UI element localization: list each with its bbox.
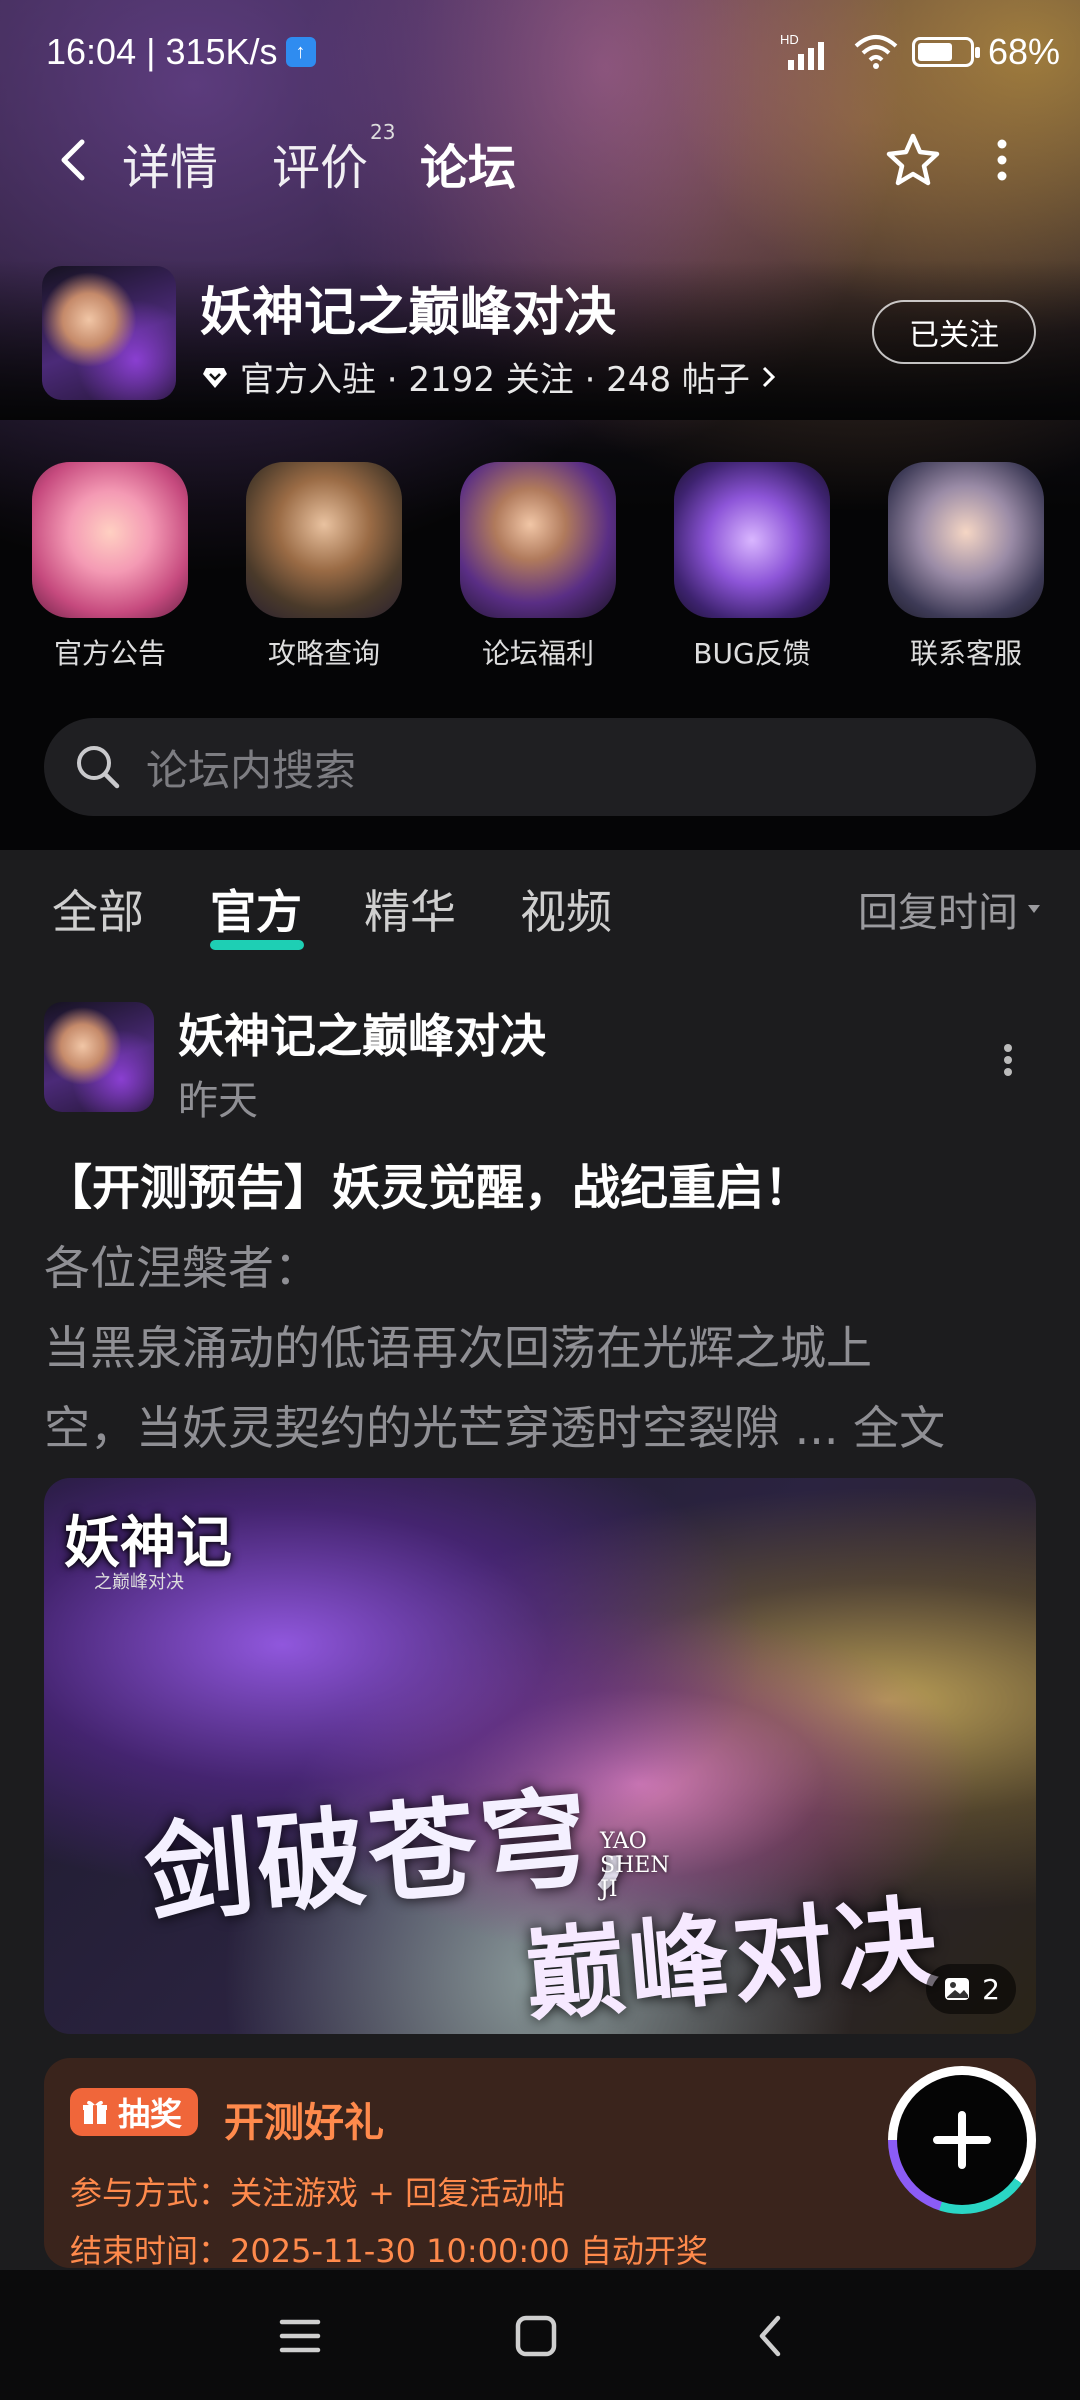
plus-icon	[933, 2111, 991, 2169]
post-excerpt-line[interactable]: 各位涅槃者：	[44, 1232, 320, 1298]
new-post-button[interactable]	[888, 2066, 1036, 2214]
filter-tab-official-label: 官方	[210, 885, 302, 939]
battery-icon	[911, 37, 980, 67]
entry-announcements[interactable]: 官方公告	[30, 462, 190, 672]
filter-tab-all[interactable]: 全部	[52, 876, 144, 942]
filter-tab-featured[interactable]: 精华	[364, 876, 456, 942]
post-excerpt-text: 空，当妖灵契约的光芒穿透时空裂隙 ...	[44, 1401, 839, 1455]
tab-forum[interactable]: 论坛	[416, 128, 536, 200]
post-excerpt-line[interactable]: 当黑泉涌动的低语再次回荡在光辉之城上	[44, 1312, 872, 1378]
post-time: 昨天	[178, 1078, 258, 1124]
tab-forum-label: 论坛	[420, 140, 517, 196]
upload-icon: ↑	[285, 37, 316, 67]
signal-icon: HD	[780, 32, 824, 70]
entry-customer-service[interactable]: 联系客服	[886, 462, 1046, 672]
entry-label: 论坛福利	[481, 637, 594, 670]
image-icon	[945, 1978, 970, 2000]
lottery-card[interactable]: 抽奖 开测好礼 参与方式：关注游戏 + 回复活动帖 结束时间：2025-11-3…	[44, 2058, 1036, 2270]
favorite-icon[interactable]	[880, 128, 946, 194]
more-options-icon[interactable]	[985, 130, 1019, 190]
svg-text:HD: HD	[780, 32, 799, 47]
gift-icon	[83, 2100, 107, 2124]
lottery-badge-label: 抽奖	[118, 2095, 183, 2133]
filter-tab-video[interactable]: 视频	[520, 876, 612, 942]
recent-apps-icon[interactable]	[270, 2308, 330, 2364]
entry-label: BUG反馈	[693, 637, 811, 670]
post-author-avatar[interactable]	[44, 1002, 154, 1112]
post-excerpt-line[interactable]: 空，当妖灵契约的光芒穿透时空裂隙 ... 全文	[44, 1392, 945, 1458]
sort-label: 回复时间	[858, 890, 1018, 936]
system-nav-bar	[0, 2270, 1080, 2400]
tab-reviews-label: 评价	[272, 140, 369, 196]
status-bar: 16:04 | 315K/s ↑	[46, 22, 316, 82]
follow-button[interactable]: 已关注	[872, 300, 1036, 364]
active-filter-underline	[210, 940, 304, 950]
sort-dropdown[interactable]: 回复时间	[858, 880, 1042, 938]
status-time: 16:04 | 315K/s	[46, 31, 278, 72]
search-input[interactable]: 论坛内搜索	[44, 718, 1036, 816]
game-meta[interactable]: 官方入驻 · 2192 关注 · 248 帖子	[200, 352, 778, 401]
benefits-image	[460, 462, 616, 618]
lottery-end-time: 结束时间：2025-11-30 10:00:00 自动开奖	[70, 2232, 709, 2270]
image-count: 2	[982, 1972, 1000, 2006]
lottery-title: 开测好礼	[224, 2100, 384, 2146]
filter-bar: 全部 官方 精华 视频 回复时间	[0, 850, 1080, 960]
search-icon	[77, 746, 120, 789]
back-icon[interactable]	[50, 130, 100, 190]
filter-tab-official[interactable]: 官方	[210, 876, 304, 950]
top-nav: 详情 评价 23 论坛	[0, 120, 1080, 200]
post-banner-image[interactable]: 妖神记 之巅峰对决 剑破苍穹, YAO SHEN JI 巅峰对决 2	[44, 1478, 1036, 2034]
entry-label: 官方公告	[53, 637, 166, 670]
banner-logo: 妖神记	[64, 1510, 232, 1576]
read-more-link[interactable]: 全文	[853, 1401, 945, 1455]
entry-forum-benefits[interactable]: 论坛福利	[458, 462, 618, 672]
battery-percent: 68%	[987, 31, 1060, 72]
banner-logo-sub: 之巅峰对决	[94, 1572, 184, 1593]
entry-bug-report[interactable]: BUG反馈	[672, 462, 832, 672]
tab-details[interactable]: 详情	[122, 128, 218, 198]
post-author-name[interactable]: 妖神记之巅峰对决	[178, 1000, 546, 1066]
system-back-icon[interactable]	[742, 2308, 802, 2364]
game-title[interactable]: 妖神记之巅峰对决	[200, 270, 616, 345]
wifi-icon	[854, 35, 898, 69]
lottery-badge: 抽奖	[70, 2088, 199, 2136]
chevron-right-icon	[762, 366, 776, 387]
customer-service-image	[888, 462, 1044, 618]
entry-guides[interactable]: 攻略查询	[244, 462, 404, 672]
reviews-count: 23	[370, 120, 396, 144]
home-icon[interactable]	[506, 2308, 566, 2364]
announcements-image	[32, 462, 188, 618]
tab-reviews[interactable]: 评价 23	[272, 120, 395, 198]
guides-image	[246, 462, 402, 618]
bug-report-image	[674, 462, 830, 618]
entry-label: 联系客服	[909, 637, 1022, 670]
entry-label: 攻略查询	[267, 637, 380, 670]
search-placeholder: 论坛内搜索	[146, 745, 357, 795]
verified-icon	[203, 367, 227, 388]
lottery-join-method: 参与方式：关注游戏 + 回复活动帖	[70, 2174, 566, 2212]
game-icon[interactable]	[42, 266, 176, 400]
post-more-icon[interactable]	[996, 1040, 1020, 1080]
image-count-badge: 2	[926, 1964, 1016, 2014]
post-title[interactable]: 【开测预告】妖灵觉醒，战纪重启！	[44, 1148, 812, 1218]
system-indicators: HD 68%	[780, 22, 1060, 82]
game-meta-text: 官方入驻 · 2192 关注 · 248 帖子	[240, 360, 750, 400]
caret-down-icon	[1028, 905, 1040, 913]
